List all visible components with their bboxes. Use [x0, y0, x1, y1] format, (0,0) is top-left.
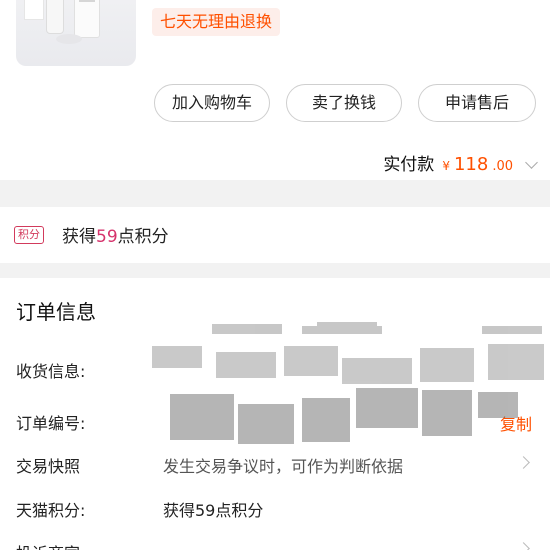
redaction-mark: [216, 352, 276, 378]
redaction-mark: [152, 346, 202, 368]
currency-symbol: ¥: [442, 159, 450, 173]
redaction-mark: [212, 324, 282, 334]
return-policy-tag: 七天无理由退换: [152, 8, 281, 36]
redaction-mark: [170, 394, 234, 440]
product-box-image: [24, 0, 44, 20]
chevron-down-icon[interactable]: [525, 156, 538, 169]
points-text: 获得59点积分: [62, 222, 169, 247]
order-info-title: 订单信息: [16, 300, 96, 324]
product-bottle-large-image: [74, 0, 100, 38]
complain-merchant-label[interactable]: 投诉商家: [16, 540, 80, 550]
tmall-points-label: 天猫积分:: [16, 501, 86, 520]
chevron-right-icon[interactable]: [517, 542, 530, 550]
payment-summary[interactable]: 实付款 ¥ 118 .00: [383, 150, 538, 175]
redaction-mark: [488, 344, 544, 380]
order-number-label: 订单编号:: [16, 414, 86, 433]
product-bottle-label: [79, 0, 95, 2]
points-suffix: 点积分: [117, 227, 169, 247]
tmall-points-value: 获得59点积分: [163, 501, 264, 520]
points-badge: 积分: [14, 226, 44, 244]
product-card: 七天无理由退换 加入购物车 卖了换钱 申请售后 实付款 ¥ 118 .00: [0, 0, 550, 180]
redaction-mark: [342, 358, 412, 384]
points-value: 59: [96, 227, 118, 247]
add-to-cart-button[interactable]: 加入购物车: [154, 84, 270, 122]
points-prefix: 获得: [62, 227, 96, 247]
receiver-label: 收货信息:: [16, 362, 86, 381]
after-sale-button[interactable]: 申请售后: [418, 84, 536, 122]
redaction-mark: [238, 404, 294, 444]
order-info-card: 订单信息 收货信息: 订单编号: 复制 交易快照 发生交易争议时，可作为判断依据…: [0, 278, 550, 550]
redaction-mark: [422, 390, 472, 436]
payment-decimal: .00: [492, 159, 513, 174]
redaction-mark: [356, 388, 418, 428]
redaction-mark: [284, 346, 338, 376]
sell-exchange-button[interactable]: 卖了换钱: [286, 84, 402, 122]
redaction-mark: [482, 326, 542, 334]
payment-amount: 118: [453, 154, 489, 175]
product-thumbnail[interactable]: [16, 0, 136, 66]
product-bottle-small-image: [46, 0, 64, 34]
snapshot-label[interactable]: 交易快照: [16, 453, 80, 477]
payment-label: 实付款: [383, 155, 435, 175]
product-pedestal-image: [56, 34, 82, 44]
redaction-mark: [302, 398, 350, 442]
chevron-right-icon[interactable]: [517, 456, 530, 469]
redaction-scribble: [152, 322, 544, 444]
points-card: 积分 获得59点积分: [0, 207, 550, 263]
redaction-mark: [317, 322, 377, 328]
redaction-mark: [478, 392, 518, 418]
redaction-mark: [420, 348, 474, 382]
